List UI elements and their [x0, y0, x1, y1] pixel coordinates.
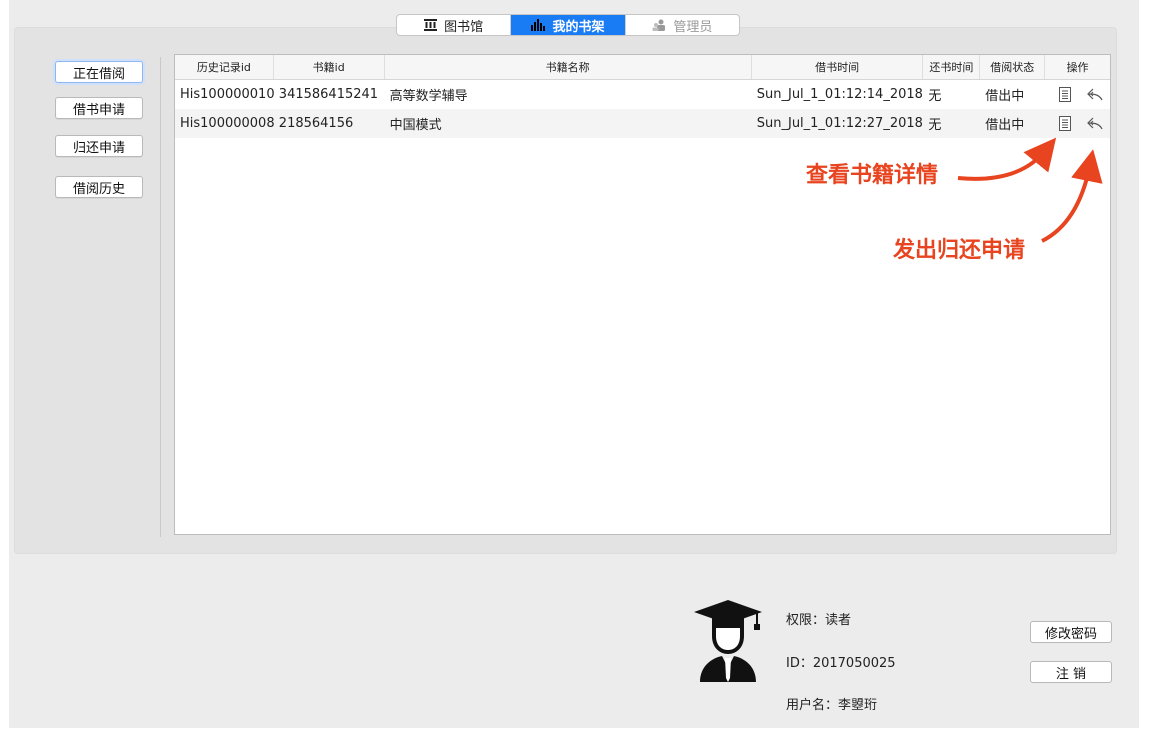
- table-row[interactable]: His100000008 218564156 中国模式 Sun_Jul_1_01…: [175, 109, 1110, 138]
- record-id-cell: His100000008: [180, 116, 274, 131]
- operations-cell: [1045, 116, 1110, 131]
- user-permission: 权限：读者: [786, 613, 852, 628]
- borrowing-table: 历史记录id 书籍id 书籍名称 借书时间 还书时间 借阅状态 操作 His10…: [174, 54, 1111, 535]
- return-reply-icon[interactable]: [1087, 88, 1103, 101]
- operations-cell: [1045, 87, 1110, 102]
- borrow-time-cell: Sun_Jul_1_01:12:27_2018: [756, 116, 923, 131]
- book-id-cell: 218564156: [278, 116, 354, 131]
- book-id-cell: 341586415241: [278, 87, 379, 102]
- record-id-cell: His100000010: [180, 87, 274, 102]
- tab-my-bookshelf[interactable]: 我的书架: [511, 15, 626, 35]
- book-name-cell: 高等数学辅导: [389, 89, 468, 104]
- table-row[interactable]: His100000010 341586415241 高等数学辅导 Sun_Jul…: [175, 80, 1110, 109]
- library-icon: [424, 19, 438, 31]
- sidebar-item-borrow-request[interactable]: 借书申请: [55, 97, 143, 119]
- annotation-return-request: 发出归还申请: [893, 238, 1026, 263]
- column-header-record-id[interactable]: 历史记录id: [175, 55, 274, 79]
- tab-admin[interactable]: 管理员: [626, 15, 739, 35]
- column-header-return-time[interactable]: 还书时间: [923, 55, 981, 79]
- return-time-cell: 无: [928, 89, 942, 104]
- sidebar-item-return-request[interactable]: 归还申请: [55, 135, 143, 157]
- book-name-cell: 中国模式: [389, 118, 442, 133]
- sidebar-item-borrow-history[interactable]: 借阅历史: [55, 176, 143, 198]
- column-header-book-id[interactable]: 书籍id: [274, 55, 385, 79]
- column-header-operations[interactable]: 操作: [1045, 55, 1110, 79]
- logout-button[interactable]: 注 销: [1030, 661, 1112, 683]
- tab-bar: 图书馆 我的书架 管理员: [396, 14, 740, 36]
- tab-library[interactable]: 图书馆: [397, 15, 512, 35]
- logout-label: 注 销: [1055, 666, 1087, 682]
- graduate-avatar-icon: [694, 600, 762, 682]
- sidebar-item-currently-borrowing[interactable]: 正在借阅: [55, 61, 143, 83]
- return-reply-icon[interactable]: [1087, 117, 1103, 130]
- sidebar-item-label: 归还申请: [72, 140, 125, 156]
- content-panel: 正在借阅 借书申请 归还申请 借阅历史 历史记录id 书籍id 书籍名称 借书时…: [14, 27, 1117, 554]
- book-details-icon[interactable]: [1059, 116, 1072, 131]
- tab-library-label: 图书馆: [444, 19, 484, 35]
- change-password-button[interactable]: 修改密码: [1030, 621, 1112, 643]
- borrow-time-cell: Sun_Jul_1_01:12:14_2018: [756, 87, 923, 102]
- sidebar-item-label: 借阅历史: [72, 181, 125, 197]
- bookshelf-chart-icon: [531, 19, 546, 31]
- tab-admin-label: 管理员: [673, 19, 713, 35]
- book-details-icon[interactable]: [1059, 87, 1072, 102]
- annotation-view-details: 查看书籍详情: [806, 163, 939, 188]
- table-header: 历史记录id 书籍id 书籍名称 借书时间 还书时间 借阅状态 操作: [175, 55, 1110, 80]
- column-header-status[interactable]: 借阅状态: [980, 55, 1046, 79]
- admin-icon: [652, 19, 666, 31]
- sidebar-item-label: 借书申请: [72, 102, 125, 118]
- column-header-book-name[interactable]: 书籍名称: [385, 55, 752, 79]
- sidebar-divider: [160, 57, 161, 537]
- change-password-label: 修改密码: [1044, 626, 1097, 642]
- user-name: 用户名：李曌珩: [786, 698, 878, 713]
- status-cell: 借出中: [985, 89, 1025, 104]
- user-id: ID：2017050025: [786, 656, 896, 671]
- return-time-cell: 无: [928, 118, 942, 133]
- status-cell: 借出中: [985, 118, 1025, 133]
- column-header-borrow-time[interactable]: 借书时间: [752, 55, 924, 79]
- tab-my-bookshelf-label: 我的书架: [552, 19, 605, 35]
- sidebar-item-label: 正在借阅: [72, 66, 125, 82]
